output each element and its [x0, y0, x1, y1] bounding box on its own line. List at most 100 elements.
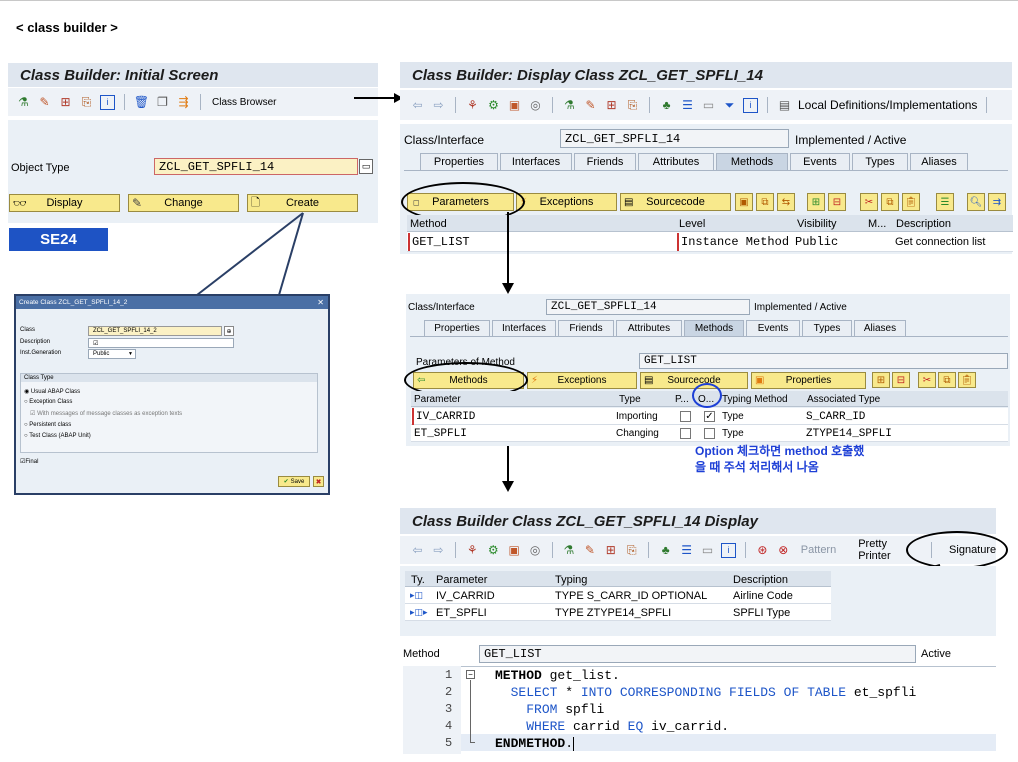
params-exceptions-button[interactable]: ⚡ Exceptions [527, 372, 637, 389]
optional-checkbox[interactable]: ✓ [704, 411, 715, 422]
params-tab-properties[interactable]: Properties [424, 320, 490, 336]
info-icon[interactable]: i [743, 97, 758, 113]
delete-row-icon[interactable]: ⊟ [892, 372, 910, 388]
layout-icon[interactable]: ▭ [700, 543, 715, 558]
paste-icon[interactable]: 📋︎ [902, 193, 920, 211]
back-arrow-icon[interactable]: ⇦ [410, 98, 425, 113]
where-used-icon[interactable]: ◎ [528, 543, 543, 558]
display-change-icon[interactable]: ⊞ [604, 98, 619, 113]
pencil-icon[interactable]: ✎ [583, 98, 598, 113]
check-icon[interactable]: ⚙ [486, 98, 501, 113]
inst-generation-select[interactable]: Public ▼ [88, 349, 136, 359]
radio-exception-class[interactable]: ○ Exception Class [24, 399, 72, 405]
pass-by-value-checkbox[interactable] [680, 411, 691, 422]
method-description-cell: Get connection list [895, 236, 986, 248]
params-tab-methods[interactable]: Methods [684, 320, 744, 336]
description-input[interactable]: ☑ [88, 338, 234, 348]
method-name-cell[interactable]: GET_LIST [408, 233, 470, 251]
hierarchy-icon[interactable]: ⚗ [562, 98, 577, 113]
pass-by-value-checkbox[interactable] [680, 428, 691, 439]
params-tab-aliases[interactable]: Aliases [854, 320, 906, 336]
class-input[interactable]: ZCL_GET_SPFLI_14_2 [88, 326, 222, 336]
filter-icon[interactable]: ⏷ [722, 98, 737, 113]
back-arrow-icon[interactable]: ⇦ [410, 543, 425, 558]
move-row-icon[interactable]: ⇆ [777, 193, 795, 211]
copy-icon[interactable]: ⎘ [624, 543, 639, 558]
param-name-cell[interactable]: ET_SPFLI [414, 425, 467, 442]
active-status-text: Active [921, 648, 951, 660]
breakpoint-icon[interactable]: ⊛ [755, 543, 770, 558]
layout-icon[interactable]: ▭ [701, 98, 716, 113]
insert-method-icon[interactable]: ▣ [735, 193, 753, 211]
radio-test-class[interactable]: ○ Test Class (ABAP Unit) [24, 433, 91, 439]
sourcecode-button[interactable]: ▤ Sourcecode [620, 193, 731, 211]
pencil-icon[interactable]: ✎ [582, 543, 597, 558]
other-object-icon[interactable]: ⚘ [465, 543, 480, 558]
tab-properties[interactable]: Properties [420, 153, 498, 170]
session-breakpoint-icon[interactable]: ⊗ [776, 543, 791, 558]
copy-icon[interactable]: ⎘ [625, 98, 640, 113]
info-icon[interactable]: i [720, 542, 736, 558]
params-tab-events[interactable]: Events [746, 320, 800, 336]
copy-icon[interactable]: ⧉ [881, 193, 899, 211]
where-used-icon[interactable]: ◎ [528, 98, 543, 113]
param-name-cell[interactable]: IV_CARRID [412, 408, 475, 425]
delete-row-icon[interactable]: ⊟ [828, 193, 846, 211]
find-icon[interactable]: 🔍︎ [967, 193, 985, 211]
insert-row-icon[interactable]: ⊞ [807, 193, 825, 211]
save-button[interactable]: ✔ Save [278, 476, 310, 487]
tree-icon[interactable]: ♣ [659, 98, 674, 113]
params-ci-field: ZCL_GET_SPFLI_14 [546, 299, 750, 315]
collapse-icon[interactable]: − [466, 670, 475, 679]
pattern-button[interactable]: Pattern [801, 544, 836, 556]
paste-icon[interactable]: 📋︎ [958, 372, 976, 388]
checkbox-with-messages[interactable]: ☑ With messages of message classes as ex… [30, 410, 182, 417]
list-icon[interactable]: ☰ [679, 543, 694, 558]
tab-events[interactable]: Events [790, 153, 850, 170]
cut-icon[interactable]: ✂ [860, 193, 878, 211]
toolbar-separator [648, 542, 650, 558]
radio-usual-abap-class[interactable]: ◉ Usual ABAP Class [24, 388, 80, 395]
cut-icon[interactable]: ✂ [918, 372, 936, 388]
value-help-icon[interactable]: ⊕ [224, 326, 234, 336]
tab-attributes[interactable]: Attributes [638, 153, 714, 170]
tab-interfaces[interactable]: Interfaces [500, 153, 572, 170]
checkbox-final[interactable]: ☑Final [20, 458, 38, 465]
insert-row-icon[interactable]: ⊞ [872, 372, 890, 388]
tab-aliases[interactable]: Aliases [910, 153, 968, 170]
sort-icon[interactable]: ☰ [936, 193, 954, 211]
close-icon[interactable]: ✕ [317, 298, 324, 307]
params-tab-attributes[interactable]: Attributes [616, 320, 682, 336]
params-properties-button[interactable]: ▣ Properties [751, 372, 866, 389]
params-tab-types[interactable]: Types [802, 320, 852, 336]
activate-icon[interactable]: ▣ [507, 98, 522, 113]
check-icon[interactable]: ⚙ [486, 543, 501, 558]
tab-methods[interactable]: Methods [716, 153, 788, 170]
other-object-icon[interactable]: ⚘ [465, 98, 480, 113]
code-line-3: FROM spfli [526, 702, 605, 717]
optional-checkbox[interactable] [704, 428, 715, 439]
exceptions-button[interactable]: ⚡ Exceptions [516, 193, 617, 211]
param-typing-cell: Type [722, 411, 744, 422]
copy-icon[interactable]: ⧉ [938, 372, 956, 388]
display-change-icon[interactable]: ⊞ [603, 543, 618, 558]
tab-types[interactable]: Types [852, 153, 908, 170]
forward-arrow-icon[interactable]: ⇨ [431, 543, 446, 558]
cancel-button[interactable]: ✖ [313, 476, 324, 487]
params-sourcecode-button[interactable]: ▤ Sourcecode [640, 372, 748, 389]
forward-arrow-icon[interactable]: ⇨ [431, 98, 446, 113]
find-next-icon[interactable]: ⇉ [988, 193, 1006, 211]
copy-row-icon[interactable]: ⧉ [756, 193, 774, 211]
params-tab-friends[interactable]: Friends [558, 320, 614, 336]
radio-persistent-class[interactable]: ○ Persistent class [24, 422, 71, 428]
tree-icon[interactable]: ♣ [658, 543, 673, 558]
params-tab-interfaces[interactable]: Interfaces [492, 320, 556, 336]
list-icon[interactable]: ☰ [680, 98, 695, 113]
importing-icon: ▸◫ [410, 590, 424, 600]
activate-icon[interactable]: ▣ [507, 543, 522, 558]
hierarchy-icon[interactable]: ⚗ [562, 543, 577, 558]
tab-friends[interactable]: Friends [574, 153, 636, 170]
local-definitions-button[interactable]: Local Definitions/Implementations [798, 98, 977, 112]
sig-typing-cell: TYPE S_CARR_ID OPTIONAL [555, 589, 708, 602]
column-ty: Ty. [411, 573, 425, 586]
